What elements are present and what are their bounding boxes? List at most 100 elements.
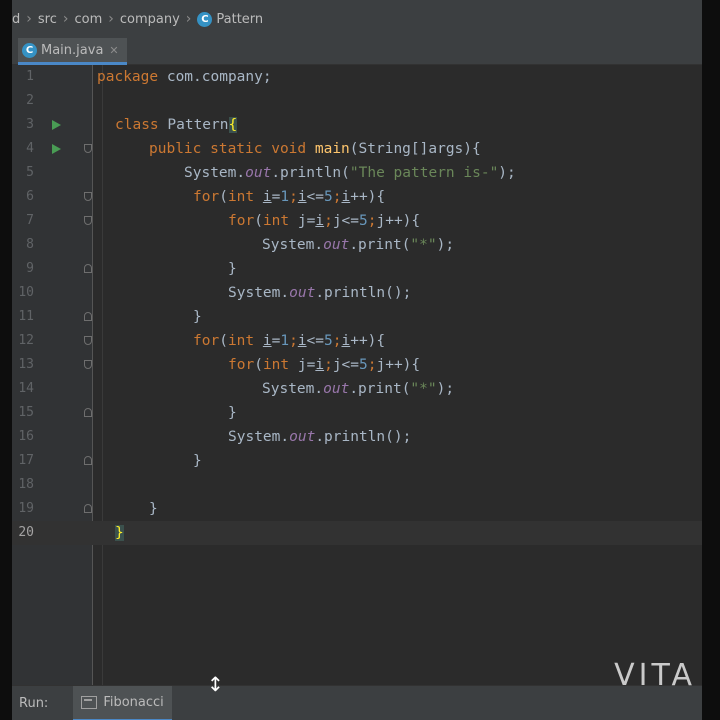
line-number: 11 bbox=[18, 309, 34, 324]
close-icon[interactable]: ✕ bbox=[109, 44, 118, 57]
code-text: System.out.print("*"); bbox=[262, 381, 455, 397]
code-line[interactable]: 1 package com.company; bbox=[12, 65, 702, 89]
code-text: for(int i=1;i<=5;i++){ bbox=[193, 333, 386, 349]
fold-icon[interactable] bbox=[84, 216, 92, 225]
run-tab-label: Fibonacci bbox=[103, 695, 164, 710]
breadcrumb-label: src bbox=[37, 11, 57, 27]
line-number: 14 bbox=[18, 381, 34, 396]
breadcrumb: d › src › com › company › C Pattern bbox=[12, 0, 702, 39]
code-text: System.out.println("The pattern is-"); bbox=[184, 165, 516, 181]
fold-icon[interactable] bbox=[84, 360, 92, 369]
console-icon bbox=[81, 696, 98, 709]
breadcrumb-item-com[interactable]: com bbox=[74, 12, 102, 27]
breadcrumb-item-class[interactable]: C Pattern bbox=[197, 11, 264, 27]
code-text: System.out.println(); bbox=[228, 285, 412, 301]
editor-tab-bar: C Main.java ✕ bbox=[12, 38, 702, 65]
code-line[interactable]: 6 for(int i=1;i<=5;i++){ bbox=[12, 185, 702, 209]
code-line[interactable]: 12 for(int i=1;i<=5;i++){ bbox=[12, 329, 702, 353]
java-class-icon: C bbox=[197, 11, 213, 27]
run-label: Run: bbox=[19, 696, 49, 711]
code-editor[interactable]: 1 package com.company; 2 3 class Pattern… bbox=[12, 65, 702, 685]
breadcrumb-label: company bbox=[119, 11, 180, 27]
watermark-logo: VITA bbox=[614, 658, 696, 693]
line-number: 15 bbox=[18, 405, 34, 420]
line-number: 7 bbox=[26, 213, 34, 228]
fold-icon[interactable] bbox=[84, 408, 92, 417]
line-number: 5 bbox=[26, 165, 34, 180]
tab-main-java[interactable]: C Main.java ✕ bbox=[18, 38, 127, 65]
line-number: 13 bbox=[18, 357, 34, 372]
code-line[interactable]: 18 bbox=[12, 473, 702, 497]
fold-icon[interactable] bbox=[84, 504, 92, 513]
code-text: } bbox=[228, 405, 237, 421]
line-number: 6 bbox=[26, 189, 34, 204]
line-number: 10 bbox=[18, 285, 34, 300]
line-number: 20 bbox=[18, 525, 34, 540]
code-text: public static void main(String[]args){ bbox=[149, 141, 481, 157]
line-number: 17 bbox=[18, 453, 34, 468]
code-line[interactable]: 16 System.out.println(); bbox=[12, 425, 702, 449]
tab-label: Main.java bbox=[41, 42, 104, 58]
line-number: 3 bbox=[26, 117, 34, 132]
code-text: class Pattern{ bbox=[115, 117, 238, 133]
line-number: 9 bbox=[26, 261, 34, 276]
line-number: 19 bbox=[18, 501, 34, 516]
code-text: } bbox=[115, 525, 124, 541]
chevron-right-icon: › bbox=[62, 11, 69, 27]
line-number: 2 bbox=[26, 93, 34, 108]
line-number: 8 bbox=[26, 237, 34, 252]
line-number: 18 bbox=[18, 477, 34, 492]
code-line[interactable]: 8 System.out.print("*"); bbox=[12, 233, 702, 257]
code-line[interactable]: 14 System.out.print("*"); bbox=[12, 377, 702, 401]
resize-cursor-icon[interactable]: ↕ bbox=[207, 672, 224, 696]
code-line[interactable]: 15 } bbox=[12, 401, 702, 425]
code-line[interactable]: 10 System.out.println(); bbox=[12, 281, 702, 305]
line-number: 4 bbox=[26, 141, 34, 156]
breadcrumb-label: d bbox=[12, 11, 21, 27]
code-line[interactable]: 5 System.out.println("The pattern is-"); bbox=[12, 161, 702, 185]
code-line[interactable]: 17 } bbox=[12, 449, 702, 473]
code-line[interactable]: 11 } bbox=[12, 305, 702, 329]
fold-icon[interactable] bbox=[84, 312, 92, 321]
breadcrumb-label: Pattern bbox=[216, 11, 264, 27]
code-text: } bbox=[149, 501, 158, 517]
line-number: 12 bbox=[18, 333, 34, 348]
fold-icon[interactable] bbox=[84, 336, 92, 345]
code-line[interactable]: 19 } bbox=[12, 497, 702, 521]
code-line[interactable]: 2 bbox=[12, 89, 702, 113]
code-text: for(int j=i;j<=5;j++){ bbox=[228, 213, 421, 229]
code-text: for(int j=i;j<=5;j++){ bbox=[228, 357, 421, 373]
line-number: 1 bbox=[26, 69, 34, 84]
code-text: } bbox=[193, 309, 202, 325]
code-line[interactable]: 4 public static void main(String[]args){ bbox=[12, 137, 702, 161]
code-text: for(int i=1;i<=5;i++){ bbox=[193, 189, 386, 205]
code-line[interactable]: 3 class Pattern{ bbox=[12, 113, 702, 137]
fold-icon[interactable] bbox=[84, 192, 92, 201]
line-number: 16 bbox=[18, 429, 34, 444]
chevron-right-icon: › bbox=[108, 11, 114, 27]
chevron-right-icon: › bbox=[185, 11, 192, 27]
breadcrumb-item-src[interactable]: src bbox=[38, 12, 57, 27]
code-text: System.out.println(); bbox=[228, 429, 412, 445]
code-line[interactable]: 9 } bbox=[12, 257, 702, 281]
chevron-right-icon: › bbox=[26, 11, 32, 27]
code-text: } bbox=[228, 261, 237, 277]
breadcrumb-label: com bbox=[74, 11, 103, 27]
run-tool-window-bar: Run: Fibonacci bbox=[12, 685, 702, 720]
code-text: } bbox=[193, 453, 202, 469]
fold-icon[interactable] bbox=[84, 264, 92, 273]
breadcrumb-item-company[interactable]: company bbox=[120, 12, 180, 27]
code-text: package com.company; bbox=[97, 69, 272, 85]
code-text: System.out.print("*"); bbox=[262, 237, 455, 253]
java-class-icon: C bbox=[22, 42, 37, 58]
run-icon[interactable] bbox=[52, 120, 61, 130]
fold-icon[interactable] bbox=[84, 456, 92, 465]
fold-icon[interactable] bbox=[84, 144, 92, 153]
run-icon[interactable] bbox=[52, 144, 61, 154]
breadcrumb-item-project[interactable]: d bbox=[12, 12, 20, 27]
code-line-current[interactable]: 20 } bbox=[12, 521, 702, 545]
code-line[interactable]: 13 for(int j=i;j<=5;j++){ bbox=[12, 353, 702, 377]
ide-window: d › src › com › company › C Pattern C Ma… bbox=[12, 0, 702, 720]
run-tab-fibonacci[interactable]: Fibonacci bbox=[73, 686, 172, 720]
code-line[interactable]: 7 for(int j=i;j<=5;j++){ bbox=[12, 209, 702, 233]
